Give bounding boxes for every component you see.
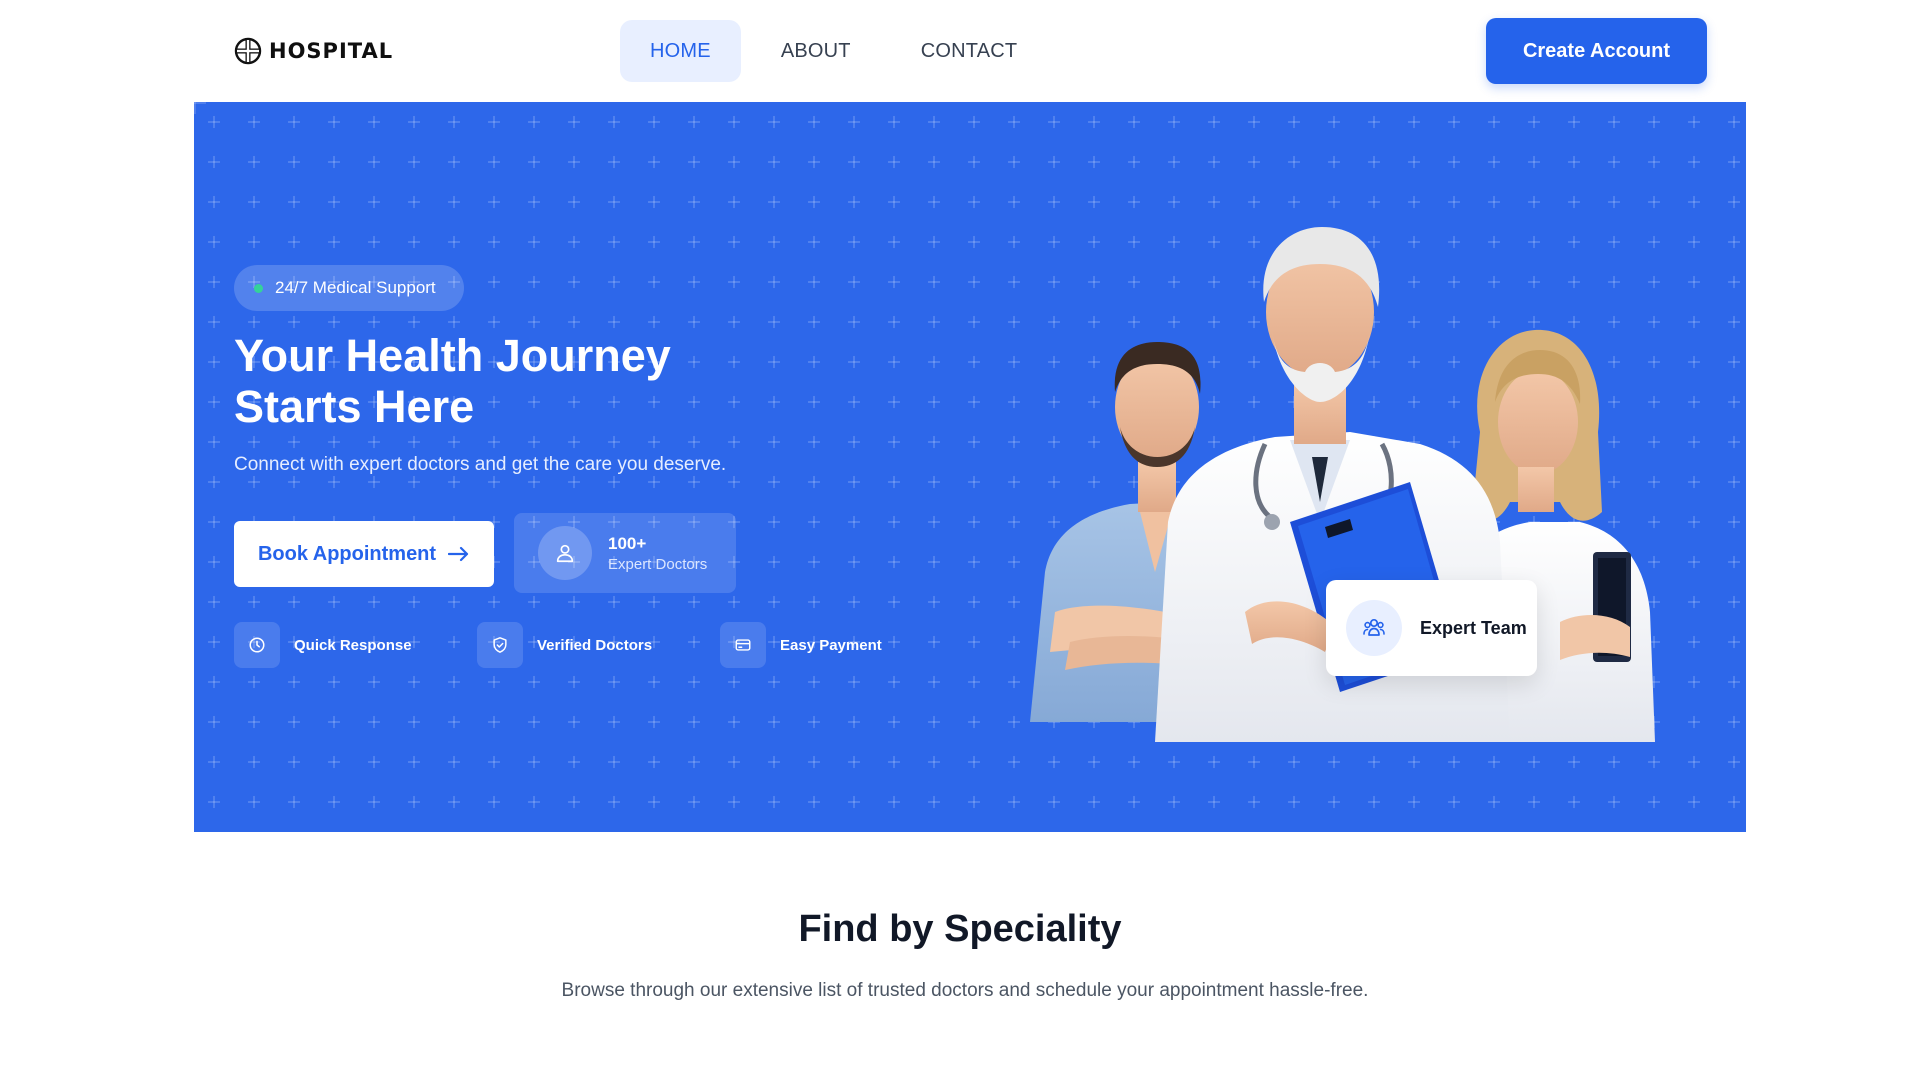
main-menu: HOME ALL DOCTORS ABOUT CONTACT — [620, 20, 1558, 391]
users-group-icon — [1363, 618, 1385, 636]
speciality-title: Find by Speciality — [798, 908, 1122, 950]
feature-list: Quick Response Verified Doctors Easy Pay… — [234, 622, 963, 668]
logo-text: HOSPITAL — [269, 39, 394, 63]
shield-check-icon — [493, 637, 507, 653]
expert-team-label: Expert Team — [1420, 617, 1527, 638]
navbar: HOSPITAL HOME ALL DOCTORS ABOUT CONTACT … — [194, 0, 1746, 391]
logo[interactable]: HOSPITAL — [234, 37, 393, 65]
hero-section: 24/7 Medical Support Your Health Journey… — [194, 102, 1746, 832]
book-appointment-label: Book Appointment — [257, 542, 437, 565]
feature-label: Verified Doctors — [537, 636, 653, 654]
support-badge-text: 24/7 Medical Support — [275, 278, 436, 297]
feature-label: Easy Payment — [780, 636, 882, 654]
feature-quick-response: Quick Response — [234, 622, 477, 668]
book-appointment-button[interactable]: Book Appointment — [234, 521, 494, 587]
support-badge: 24/7 Medical Support — [234, 265, 464, 311]
feature-icon-wrap — [477, 622, 523, 668]
expert-team-card: Expert Team — [1326, 580, 1537, 676]
doctors-stat-card: 100+ Expert Doctors — [514, 513, 736, 593]
nav-item-home[interactable]: HOME — [620, 20, 741, 82]
feature-verified-doctors: Verified Doctors — [477, 622, 720, 668]
clock-icon — [249, 637, 265, 653]
nav-item-about[interactable]: ABOUT — [781, 20, 851, 82]
headline-line-1: Your Health Journey — [234, 330, 671, 381]
speciality-description: Browse through our extensive list of tru… — [561, 980, 1369, 1001]
stat-number: 100+ — [608, 533, 647, 553]
stat-label: Expert Doctors — [608, 555, 708, 573]
hero-headline: Your Health Journey Starts Here — [234, 330, 834, 432]
nav-item-contact[interactable]: CONTACT — [921, 20, 1018, 82]
feature-icon-wrap — [720, 622, 766, 668]
hero-subtext: Connect with expert doctors and get the … — [234, 454, 727, 475]
feature-label: Quick Response — [294, 636, 412, 654]
expert-icon-wrap — [1346, 600, 1402, 656]
credit-card-icon — [735, 639, 751, 651]
stat-icon-wrap — [538, 526, 592, 580]
feature-easy-payment: Easy Payment — [720, 622, 963, 668]
status-dot — [254, 283, 263, 293]
feature-icon-wrap — [234, 622, 280, 668]
create-account-button[interactable]: Create Account — [1486, 18, 1707, 84]
user-icon — [556, 544, 574, 563]
headline-line-2: Starts Here — [234, 381, 475, 432]
arrow-right-icon — [448, 546, 469, 562]
hospital-logo-icon — [234, 37, 262, 65]
